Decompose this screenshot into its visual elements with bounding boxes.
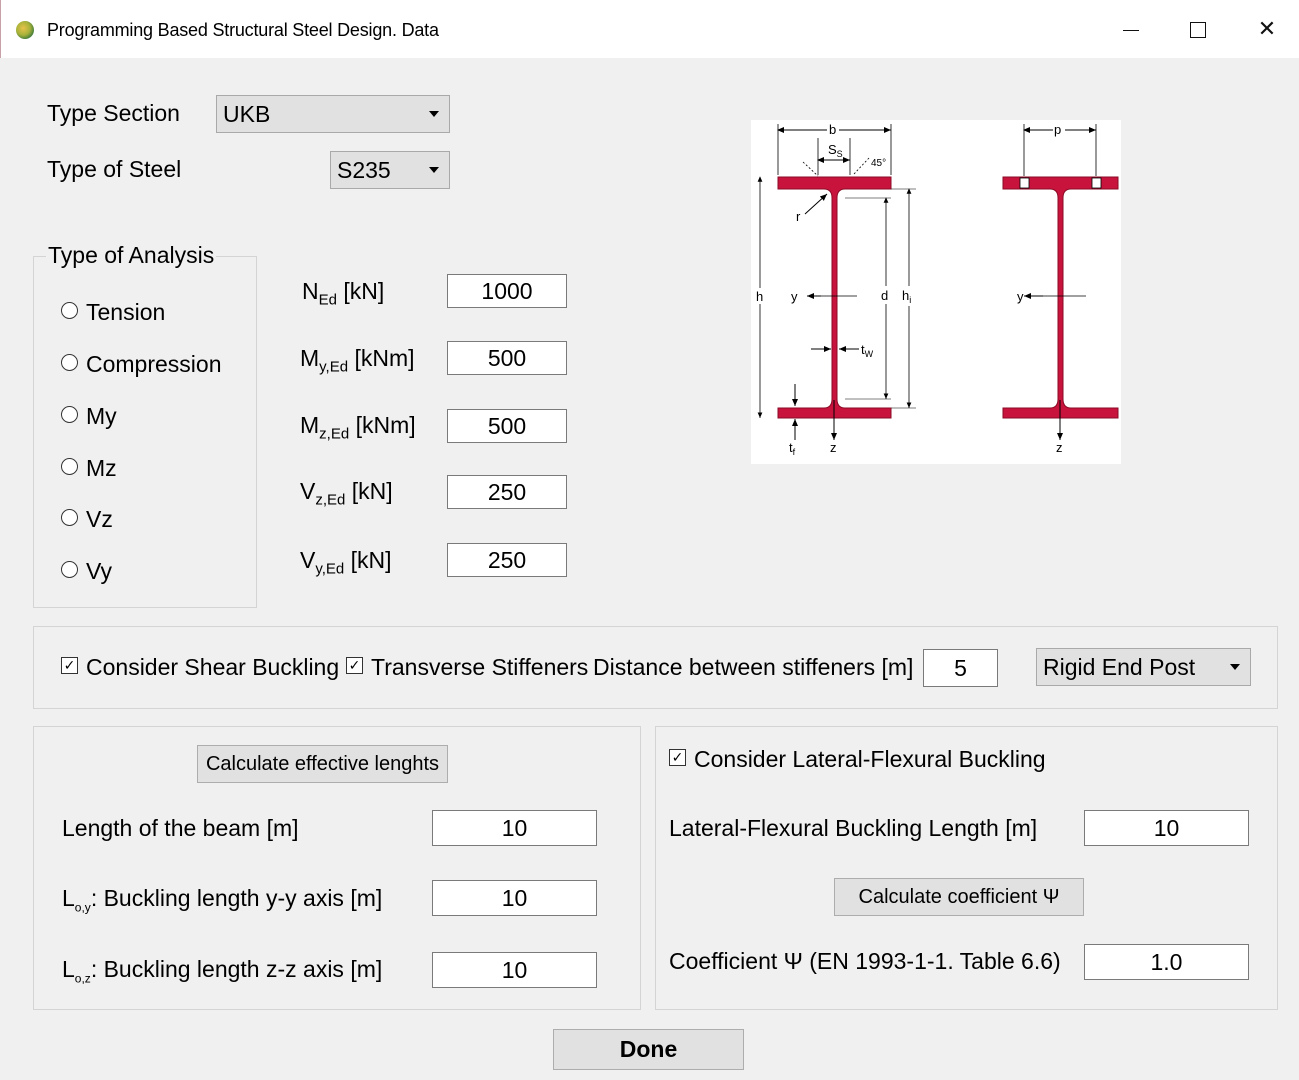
buckling-length-z-input[interactable]: 10 — [432, 952, 597, 988]
ltb-length-label: Lateral-Flexural Buckling Length [m] — [669, 815, 1038, 841]
close-icon: ✕ — [1257, 16, 1277, 41]
stiffener-distance-input[interactable]: 5 — [923, 649, 998, 687]
dim-p-label: p — [1054, 122, 1061, 137]
calculate-coefficient-button[interactable]: Calculate coefficient Ψ — [834, 878, 1084, 916]
radio-label: Compression — [86, 351, 222, 377]
radio-label: Vz — [86, 506, 113, 532]
transverse-stiffeners-checkbox[interactable]: ✓ Transverse Stiffeners — [346, 654, 588, 681]
dim-hi-label: h — [902, 288, 909, 303]
i-section-left: b SS 45° r h y d hi tW tf z — [754, 122, 918, 457]
ned-label: NEd [kN] — [302, 278, 385, 309]
radio-vz[interactable]: Vz — [61, 506, 113, 533]
i-section-right: p y z — [1002, 122, 1119, 455]
type-section-select[interactable]: UKB — [216, 95, 450, 133]
radio-label: Tension — [86, 299, 166, 325]
myed-input[interactable]: 500 — [447, 341, 567, 375]
dim-r-label: r — [796, 209, 801, 224]
end-post-select[interactable]: Rigid End Post — [1036, 648, 1251, 686]
dim-b-label: b — [829, 122, 836, 137]
vyed-input[interactable]: 250 — [447, 543, 567, 577]
svg-text:tf: tf — [789, 440, 796, 457]
analysis-legend: Type of Analysis — [46, 242, 217, 269]
radio-compression[interactable]: Compression — [61, 351, 222, 378]
radio-label: Mz — [86, 455, 117, 481]
radio-vy[interactable]: Vy — [61, 558, 112, 585]
minimize-icon — [1123, 29, 1139, 31]
chevron-down-icon — [429, 167, 439, 173]
type-section-label: Type Section — [47, 100, 180, 126]
axis-y-label: y — [791, 289, 798, 304]
coefficient-label: Coefficient Ψ (EN 1993-1-1. Table 6.6) — [669, 948, 1061, 974]
buckling-length-z-label: Lo,z: Buckling length z-z axis [m] — [62, 956, 383, 986]
svg-text:SS: SS — [828, 142, 843, 159]
myed-label: My,Ed [kNm] — [300, 345, 415, 376]
vzed-label: Vz,Ed [kN] — [300, 478, 393, 509]
radio-label: Vy — [86, 558, 112, 584]
coefficient-input[interactable]: 1.0 — [1084, 944, 1249, 980]
axis-z2-label: z — [1056, 440, 1063, 455]
dim-d-label: d — [881, 288, 888, 303]
mzed-label: Mz,Ed [kNm] — [300, 412, 416, 443]
title-bar: Programming Based Structural Steel Desig… — [0, 0, 1299, 58]
chevron-down-icon — [429, 111, 439, 117]
radio-label: My — [86, 403, 117, 429]
type-steel-select[interactable]: S235 — [330, 151, 450, 189]
end-post-value: Rigid End Post — [1043, 654, 1196, 680]
dim-ss-label: S — [828, 142, 837, 157]
svg-text:tW: tW — [861, 342, 874, 359]
vyed-label: Vy,Ed [kN] — [300, 547, 392, 578]
beam-length-input[interactable]: 10 — [432, 810, 597, 846]
stiffener-distance-label: Distance between stiffeners [m] — [593, 654, 914, 680]
radio-my[interactable]: My — [61, 403, 117, 430]
buckling-length-y-input[interactable]: 10 — [432, 880, 597, 916]
check-icon: ✓ — [61, 657, 78, 675]
angle-label: 45° — [871, 158, 886, 169]
consider-shear-buckling-checkbox[interactable]: ✓ Consider Shear Buckling — [61, 654, 339, 681]
type-steel-value: S235 — [337, 157, 391, 183]
done-button[interactable]: Done — [553, 1029, 744, 1070]
vzed-input[interactable]: 250 — [447, 475, 567, 509]
radio-tension[interactable]: Tension — [61, 299, 165, 326]
beam-length-label: Length of the beam [m] — [62, 815, 299, 841]
type-steel-label: Type of Steel — [47, 156, 182, 182]
mzed-input[interactable]: 500 — [447, 409, 567, 443]
chevron-down-icon — [1230, 664, 1240, 670]
type-section-value: UKB — [223, 101, 271, 127]
axis-z-label: z — [830, 440, 837, 455]
check-icon: ✓ — [346, 657, 363, 675]
consider-lateral-buckling-checkbox[interactable]: ✓ Consider Lateral-Flexural Buckling — [669, 746, 1046, 773]
dim-h-label: h — [756, 289, 763, 304]
window-title: Programming Based Structural Steel Desig… — [47, 20, 439, 40]
app-icon — [16, 21, 34, 39]
radio-mz[interactable]: Mz — [61, 455, 117, 482]
calculate-effective-lengths-button[interactable]: Calculate effective lenghts — [197, 745, 448, 783]
i-section-diagram: b SS 45° r h y d hi tW tf z p y z — [751, 120, 1121, 464]
close-button[interactable]: ✕ — [1247, 14, 1287, 44]
maximize-button[interactable] — [1178, 14, 1218, 44]
ned-input[interactable]: 1000 — [447, 274, 567, 308]
axis-y2-label: y — [1017, 289, 1024, 304]
ltb-length-input[interactable]: 10 — [1084, 810, 1249, 846]
minimize-button[interactable] — [1111, 14, 1151, 44]
buckling-length-y-label: Lo,y: Buckling length y-y axis [m] — [62, 885, 383, 915]
check-icon: ✓ — [669, 749, 686, 767]
maximize-icon — [1190, 22, 1206, 39]
